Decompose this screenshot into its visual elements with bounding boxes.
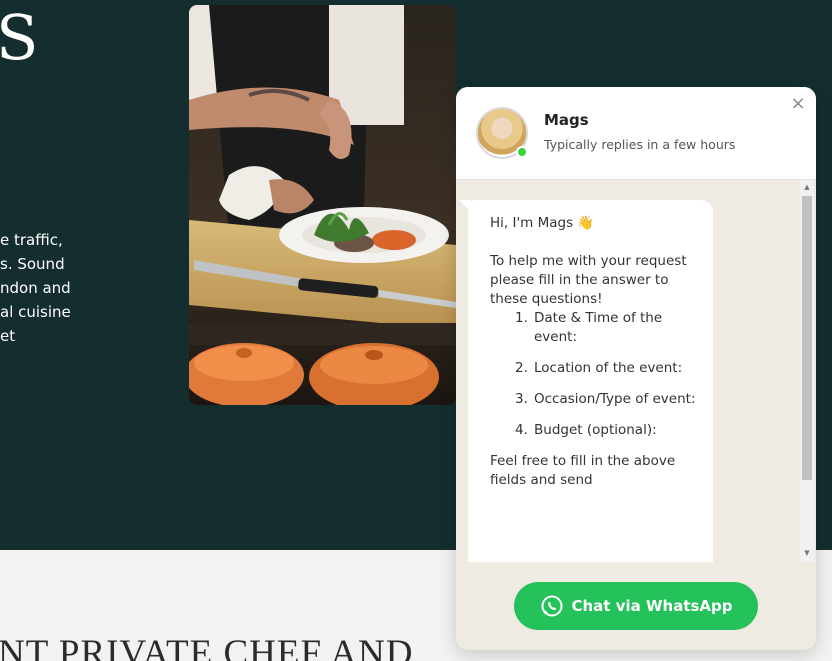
question-text: Budget (optional): [534, 422, 657, 438]
message-bubble: Hi, I'm Mags 👋 To help me with your requ… [468, 200, 713, 562]
hero-heading-fragment: S [0, 1, 39, 74]
question-number: 3. [515, 391, 528, 407]
chat-header: Mags Typically replies in a few hours × [456, 87, 816, 180]
question-text: Occasion/Type of event: [534, 391, 696, 407]
hero-text: e traffic, s. Sound ndon and al cuisine … [0, 228, 71, 348]
online-status-dot [516, 146, 528, 158]
chef-photo-illustration [189, 5, 456, 405]
chef-plating-photo [189, 5, 456, 405]
section-heading: NT PRIVATE CHEF AND [0, 633, 414, 661]
agent-status: Typically replies in a few hours [544, 137, 736, 152]
chat-messages: Hi, I'm Mags 👋 To help me with your requ… [456, 180, 816, 562]
outro-text: Feel free to fill in the above fields an… [490, 453, 676, 488]
question-text: Location of the event: [534, 360, 683, 376]
close-icon[interactable]: × [790, 95, 806, 113]
chat-scrollbar[interactable]: ▲ ▼ [800, 180, 814, 562]
hero-text-line: e traffic, [0, 231, 63, 249]
question-text: Date & Time of the event: [534, 310, 663, 345]
whatsapp-chat-widget: Mags Typically replies in a few hours × … [456, 87, 816, 650]
chat-via-whatsapp-button[interactable]: Chat via WhatsApp [514, 582, 758, 630]
intro-text: To help me with your request please fill… [490, 253, 687, 307]
greeting-text: Hi, I'm Mags 👋 [490, 215, 595, 231]
question-number: 1. [515, 310, 528, 326]
cta-label: Chat via WhatsApp [571, 597, 733, 615]
scrollbar-thumb[interactable] [802, 196, 812, 480]
hero-text-line: ndon and [0, 279, 71, 297]
question-item: 3. Occasion/Type of event: [490, 390, 699, 409]
question-item: 4. Budget (optional): [490, 421, 699, 440]
question-number: 4. [515, 422, 528, 438]
question-item: 2. Location of the event: [490, 359, 699, 378]
question-number: 2. [515, 360, 528, 376]
whatsapp-icon [541, 595, 562, 617]
hero-text-line: s. Sound [0, 255, 65, 273]
question-item: 1. Date & Time of the event: [490, 309, 699, 347]
agent-name: Mags [544, 111, 589, 129]
hero-text-line: al cuisine [0, 303, 71, 321]
scroll-down-icon[interactable]: ▼ [800, 549, 814, 557]
scroll-up-icon[interactable]: ▲ [800, 183, 814, 191]
hero-text-line: et [0, 327, 16, 345]
question-list: 1. Date & Time of the event: 2. Location o… [490, 309, 699, 440]
